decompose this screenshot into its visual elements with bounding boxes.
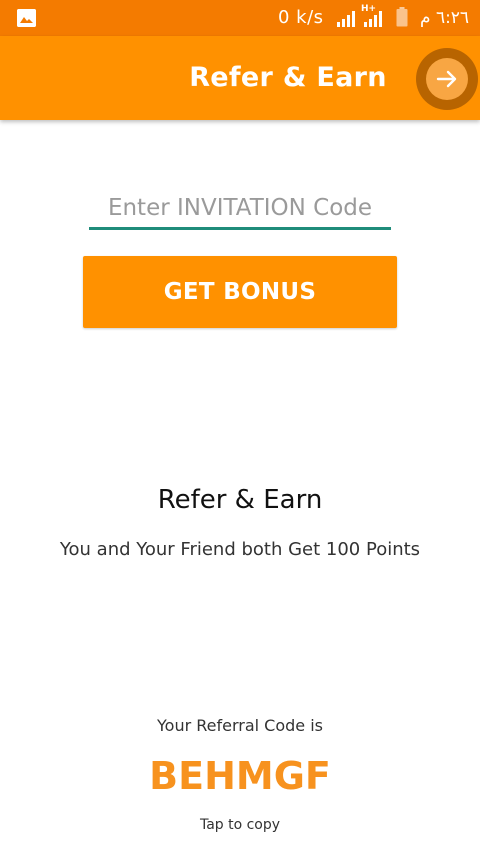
get-bonus-button[interactable]: GET BONUS bbox=[83, 256, 397, 328]
status-bar: 0 k/s H+ ٦:٢٦ م bbox=[0, 0, 480, 36]
referral-label: Your Referral Code is bbox=[157, 716, 323, 735]
tap-to-copy-hint: Tap to copy bbox=[199, 817, 281, 833]
network-speed: 0 k/s bbox=[278, 7, 324, 28]
next-button-highlight bbox=[426, 58, 468, 100]
page-title: Refer & Earn bbox=[189, 62, 387, 93]
signal-icon: H+ bbox=[361, 4, 387, 28]
invitation-code-input[interactable] bbox=[89, 188, 391, 230]
next-button[interactable] bbox=[416, 48, 478, 110]
signal-icon bbox=[337, 11, 355, 27]
app-bar: Refer & Earn bbox=[0, 36, 480, 120]
gallery-icon bbox=[17, 9, 36, 27]
refer-heading: Refer & Earn bbox=[157, 485, 323, 515]
arrow-right-icon bbox=[436, 70, 457, 88]
battery-icon bbox=[396, 7, 408, 27]
clock: ٦:٢٦ م bbox=[420, 8, 470, 28]
referral-code[interactable]: BEHMGF bbox=[0, 752, 480, 800]
refer-subtitle: You and Your Friend both Get 100 Points bbox=[59, 539, 421, 560]
